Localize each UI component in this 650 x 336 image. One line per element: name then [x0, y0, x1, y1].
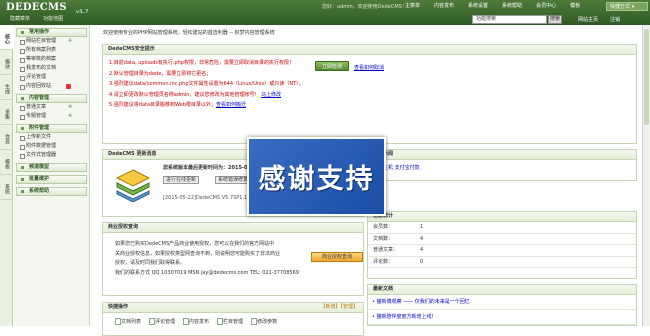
hide-menu-link[interactable]: 隐藏菜单	[0, 13, 33, 25]
quick-params[interactable]: 修改参数	[251, 318, 285, 325]
cancel-howto-link[interactable]: 查看如何取消	[354, 64, 384, 71]
welcome-text: 欢迎使用专业的PHP网站管理系统，轻松建站的首选利器 -- 织梦内容管理系统	[103, 30, 275, 36]
sidebar: 常用操作 网站栏目管理 ✚ 所有档案列表 等审核的档案 我发布的文档 评论管理 内…	[14, 25, 90, 326]
add-icon[interactable]: ✚	[68, 112, 72, 121]
quick-ops-panel: 快捷操作 【新增】【管理】 文档列表 评论管理 内容发布 栏目管理 修改参数	[102, 302, 364, 336]
add-manage-link[interactable]: 【新增】【管理】	[320, 303, 358, 312]
function-map-link[interactable]: 功能地图	[33, 13, 66, 25]
quick-comments[interactable]: 评论管理	[149, 318, 183, 325]
license-panel: 商业授权查询 如果您已购买DedeCMS产品商业使用授权，您可以在我们的官方网站…	[102, 222, 364, 296]
add-icon[interactable]: ✚	[68, 37, 72, 46]
license-contact: 我们的联系方式 QQ 10307019 MSN jay@dedecms.com …	[115, 269, 299, 276]
overlay-text: 感谢支持	[258, 164, 375, 195]
nav-template[interactable]: 模板	[563, 2, 587, 11]
sidebar-item-all-docs[interactable]: 所有档案列表	[14, 46, 89, 55]
function-search-input[interactable]: 功能搜索	[472, 15, 547, 24]
stat-row: 文档数： 4	[368, 234, 636, 245]
sidebar-item-my-docs[interactable]: 我发布的文档	[14, 64, 89, 73]
quick-category[interactable]: 栏目管理	[217, 318, 251, 325]
list-item[interactable]: 猫新博观察 —— 仅我们的未来是一个回忆	[368, 295, 636, 310]
section-common[interactable]: 常用操作	[16, 28, 87, 37]
sidebar-item-article[interactable]: 普通文章 ✚	[14, 103, 89, 112]
vtab-template[interactable]: 模板	[0, 150, 13, 175]
section-content[interactable]: 内容管理	[16, 94, 87, 103]
vtab-core[interactable]: 核心	[0, 25, 13, 50]
quick-doc-list[interactable]: 文档列表	[115, 318, 149, 325]
version-badge: v5.7	[76, 9, 89, 15]
nav-content-publish[interactable]: 内容发布	[427, 2, 461, 11]
logout-link[interactable]: 注销	[604, 16, 626, 23]
nav-main-menu[interactable]: 主菜单	[398, 2, 427, 11]
top-nav: 主菜单 内容发布 系统设置 系统帮助 会员中心 模板	[398, 2, 587, 11]
panel-title: 最新文档	[368, 285, 636, 295]
sidebar-item-comments[interactable]: 评论管理	[14, 73, 89, 82]
security-panel: DedeCMS安全提示 1.目前data, uploads有执行.php权限，非…	[102, 44, 637, 144]
site-home-link[interactable]: 网站主页	[572, 16, 604, 23]
panel-title: 官方新闻	[368, 150, 636, 160]
sidebar-item-upload[interactable]: 上传新文件	[14, 133, 89, 142]
latest-docs-panel: 最新文档 猫新博观察 —— 仅我们的未来是一个回忆 猫新陪伴度度方新增上线!	[367, 284, 637, 326]
stats-panel: 信息统计 会员数： 1 文档数： 4 普通文章： 4 评论数： 0	[367, 211, 637, 279]
add-icon[interactable]: ✚	[68, 103, 72, 112]
repair-button[interactable]: 系统错误修复	[215, 176, 252, 184]
sidebar-item-recycle[interactable]: 内容回收站	[14, 82, 89, 91]
list-item[interactable]: 猫新陪伴度度方新增上线!	[368, 310, 636, 325]
online-update-button[interactable]: 进行在线更新	[163, 176, 200, 184]
alert-line: 4.请立即更改默认管理员名称admin，建议您修改为其他管理帐号！ 马上修改	[109, 91, 282, 98]
logo: DEDECMS v5.7	[6, 2, 89, 15]
vtab-system[interactable]: 系统	[0, 175, 13, 200]
scroll-thumb[interactable]	[644, 29, 649, 125]
official-news-panel: 官方新闻 海外主机 支付宝付款	[367, 149, 637, 181]
vtab-module[interactable]: 模块	[0, 50, 13, 75]
section-help[interactable]: 系统帮助	[16, 187, 87, 196]
top-bar: DEDECMS v5.7 您好：admin，欢迎使用DedeCMS！ 主菜单 内容…	[0, 0, 650, 25]
stat-row: 评论数： 0	[368, 257, 636, 268]
alert-line: 3.强烈建议data/common.inc.php文件属性设置为644（Linu…	[109, 81, 304, 87]
vtab-generate[interactable]: 生成	[0, 75, 13, 100]
move-howto-link[interactable]: 查看如何搬迁	[216, 102, 246, 108]
thanks-overlay: 感谢支持	[247, 137, 386, 216]
sidebar-item-attach-data[interactable]: 附件数据管理	[14, 142, 89, 151]
shield-icon	[66, 84, 71, 89]
layers-icon	[115, 169, 151, 202]
sidebar-item-category[interactable]: 网站栏目管理 ✚	[14, 37, 89, 46]
vertical-tabs: 核心 模块 生成 采集 会员 模板 系统	[0, 25, 13, 326]
section-batch[interactable]: 批量维护	[16, 175, 87, 184]
license-query-button[interactable]: 商业授权查询	[311, 252, 363, 262]
sidebar-item-file-manager[interactable]: 文件式管理器	[14, 151, 89, 160]
scrollbar[interactable]	[642, 25, 650, 326]
alert-line: 5.强烈建议将data目录搬移到Web根目录以外；查看如何搬迁	[109, 102, 246, 108]
update-notice: 您系统版本最后更新时间为：2015-05-22	[163, 165, 260, 171]
sidebar-item-pending[interactable]: 等审核的档案	[14, 55, 89, 64]
quick-publish[interactable]: 内容发布	[183, 318, 217, 325]
nav-system-help[interactable]: 系统帮助	[495, 2, 529, 11]
panel-title: 商业授权查询	[103, 223, 363, 233]
nav-member-center[interactable]: 会员中心	[529, 2, 563, 11]
section-attachments[interactable]: 附件管理	[16, 124, 87, 133]
nav-system-settings[interactable]: 系统设置	[461, 2, 495, 11]
stat-row: 普通文章： 4	[368, 245, 636, 257]
user-greeting: 您好：admin，欢迎使用DedeCMS！	[322, 4, 407, 10]
detect-button[interactable]: 立即检测	[315, 61, 349, 71]
license-text: 如果您已购买DedeCMS产品商业使用授权，您可以在我们的官方网站中	[115, 241, 275, 247]
section-channel[interactable]: 频道模型	[16, 163, 87, 172]
panel-title: 信息统计	[368, 212, 636, 222]
vtab-member[interactable]: 会员	[0, 125, 13, 150]
quick-mode-dropdown[interactable]: 快捷方式 ▾	[606, 2, 648, 11]
stat-row: 会员数： 1	[368, 222, 636, 234]
sidebar-item-special[interactable]: 专题管理 ✚	[14, 112, 89, 121]
modify-link[interactable]: 马上修改	[261, 92, 281, 98]
search-button[interactable]: 搜索	[548, 15, 562, 24]
panel-title: DedeCMS安全提示	[103, 45, 636, 55]
official-news-line[interactable]: 海外主机 支付宝付款	[368, 160, 636, 171]
vtab-collect[interactable]: 采集	[0, 100, 13, 125]
panel-title: 快捷操作 【新增】【管理】	[103, 303, 363, 313]
